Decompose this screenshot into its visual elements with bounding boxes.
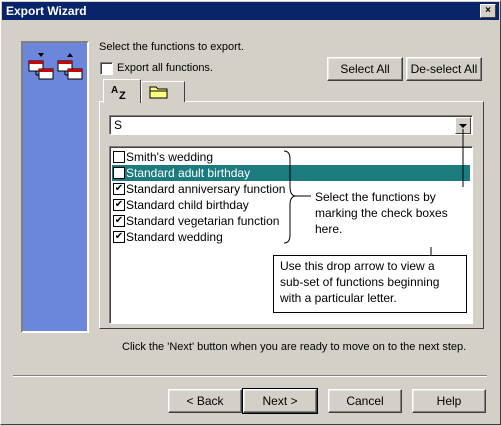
cancel-button[interactable]: Cancel bbox=[328, 389, 402, 413]
back-button[interactable]: < Back bbox=[168, 389, 242, 413]
divider bbox=[13, 375, 487, 377]
az-sort-icon: A Z bbox=[111, 85, 126, 100]
export-wizard-window: Export Wizard × Select the functions to … bbox=[0, 0, 501, 425]
check-boxes-callout-text: Select the functions by marking the chec… bbox=[315, 190, 448, 236]
svg-text:A: A bbox=[111, 85, 118, 96]
drop-arrow-callout: Use this drop arrow to view a sub-set of… bbox=[273, 255, 467, 313]
tab-alphabetical[interactable]: A Z bbox=[103, 79, 141, 103]
next-button[interactable]: Next > bbox=[242, 388, 318, 414]
svg-text:Z: Z bbox=[119, 90, 126, 100]
footer-hint: Click the 'Next' button when you are rea… bbox=[122, 341, 467, 353]
help-button[interactable]: Help bbox=[412, 389, 486, 413]
check-boxes-callout: Select the functions by marking the chec… bbox=[311, 187, 469, 247]
drop-arrow-callout-text: Use this drop arrow to view a sub-set of… bbox=[280, 259, 440, 305]
